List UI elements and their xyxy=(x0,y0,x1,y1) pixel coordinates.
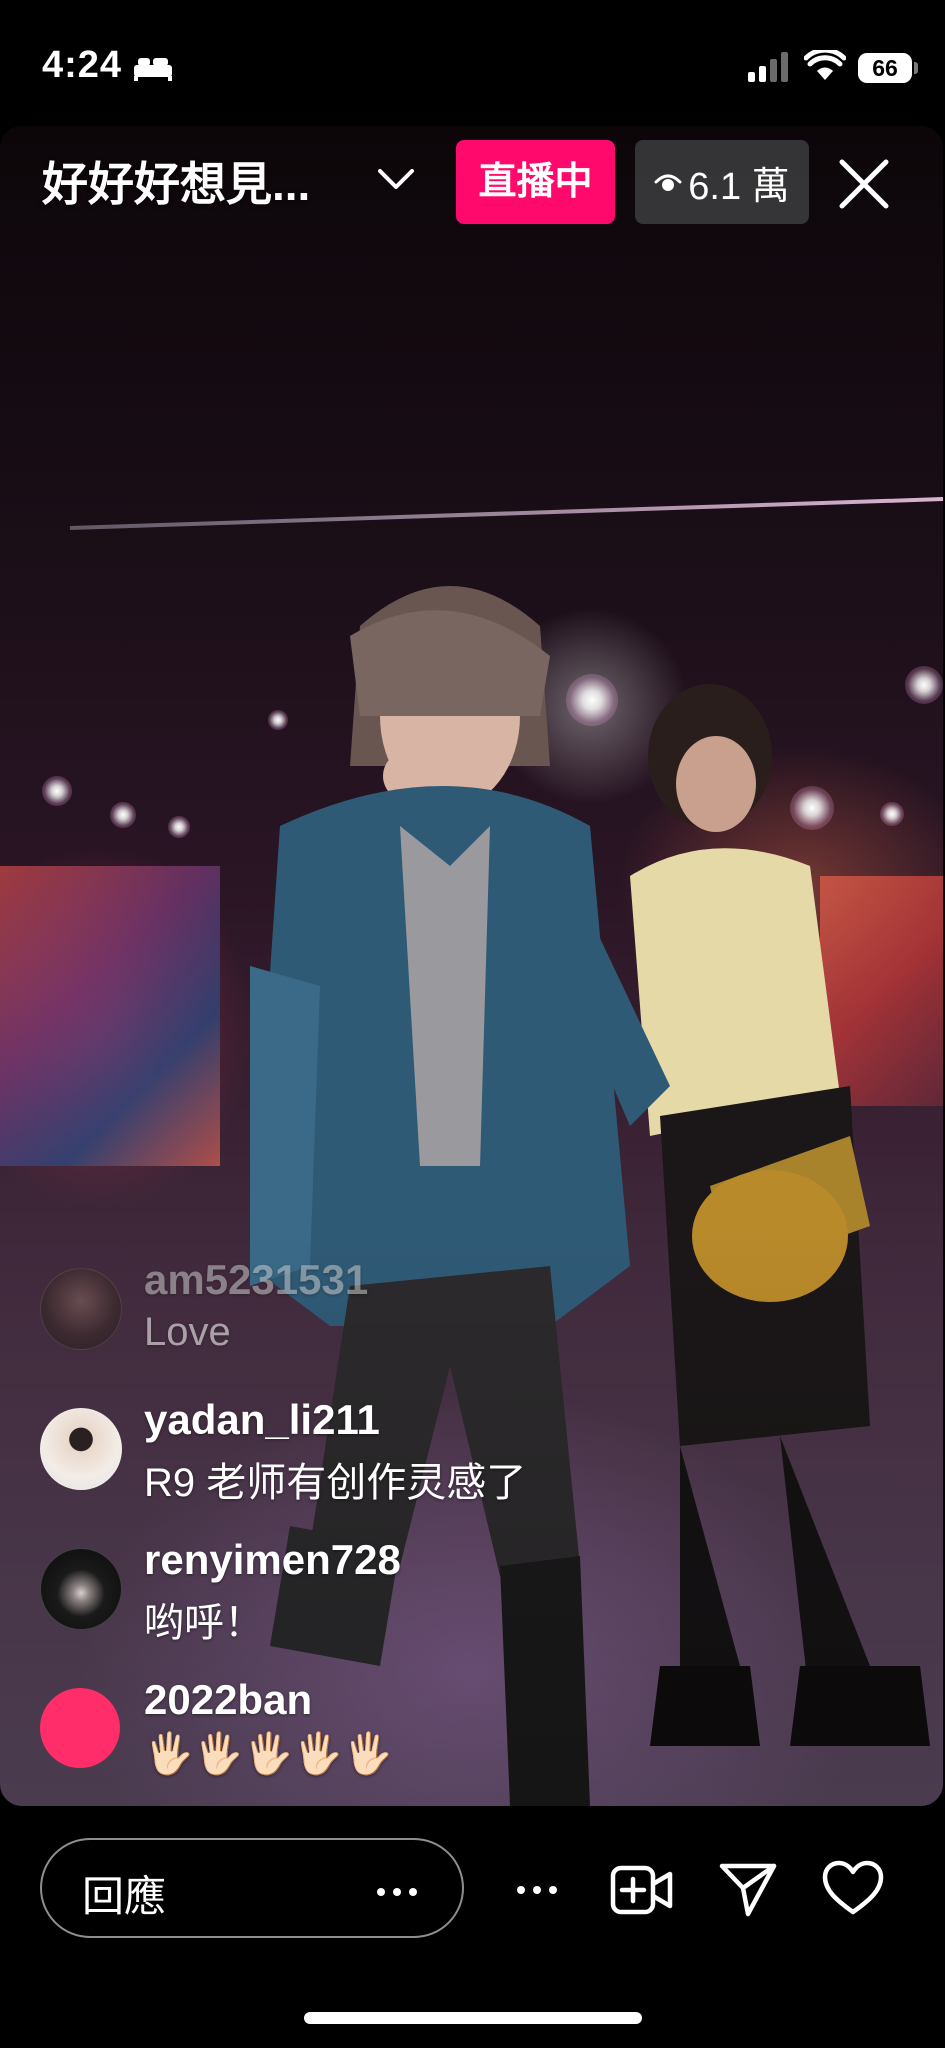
comment-item[interactable]: renyimen728 哟呼！ xyxy=(40,1536,900,1646)
bed-icon xyxy=(132,56,174,87)
live-title[interactable]: 好好好想見... xyxy=(42,148,310,214)
close-icon[interactable] xyxy=(836,156,892,212)
avatar[interactable] xyxy=(40,1408,122,1490)
video-add-icon[interactable] xyxy=(610,1862,674,1923)
comment-item[interactable]: 2022ban 🖐🏻🖐🏻🖐🏻🖐🏻🖐🏻 xyxy=(40,1676,900,1786)
stage-truss xyxy=(69,496,943,530)
stage-screen-left xyxy=(0,866,220,1166)
status-time: 4:24 xyxy=(42,44,123,86)
chevron-down-icon[interactable] xyxy=(376,166,416,197)
battery-tip xyxy=(914,62,918,74)
comment-username[interactable]: renyimen728 xyxy=(144,1536,401,1584)
comment-text: R9 老师有创作灵感了 xyxy=(144,1461,527,1505)
avatar[interactable] xyxy=(40,1548,122,1630)
eye-icon xyxy=(654,161,682,204)
home-indicator[interactable] xyxy=(304,2012,642,2024)
stage-light xyxy=(42,776,72,806)
stage-light xyxy=(168,816,190,838)
comment-username[interactable]: 2022ban xyxy=(144,1676,312,1724)
avatar[interactable] xyxy=(40,1268,122,1350)
comment-username[interactable]: am5231531 xyxy=(144,1256,368,1304)
live-stream-screen: 4:24 66 好好好想見... 直播中 6.1 萬 am5231531 Lov… xyxy=(0,0,945,2048)
comment-item[interactable]: am5231531 Love xyxy=(40,1256,900,1366)
signal-icon xyxy=(748,52,792,87)
comment-text: Love xyxy=(144,1310,231,1354)
avatar[interactable] xyxy=(40,1688,120,1768)
viewer-count[interactable]: 6.1 萬 xyxy=(635,140,809,224)
more-icon[interactable] xyxy=(376,1884,418,1902)
comment-text: 哟呼！ xyxy=(144,1601,264,1645)
wifi-icon xyxy=(803,47,847,87)
more-icon[interactable] xyxy=(516,1882,558,1900)
viewer-count-text: 6.1 萬 xyxy=(688,165,790,208)
stage-light xyxy=(110,802,136,828)
reply-label: 回應 xyxy=(82,1873,167,1920)
status-bar: 4:24 66 xyxy=(0,0,945,126)
comment-text: 🖐🏻🖐🏻🖐🏻🖐🏻🖐🏻 xyxy=(144,1732,394,1776)
comment-username[interactable]: yadan_li211 xyxy=(144,1396,380,1444)
battery-icon: 66 xyxy=(858,53,912,83)
comment-item[interactable]: yadan_li211 R9 老师有创作灵感了 xyxy=(40,1396,900,1506)
reply-input[interactable]: 回應 xyxy=(40,1838,464,1938)
heart-icon[interactable] xyxy=(822,1860,884,1921)
send-icon[interactable] xyxy=(718,1858,778,1923)
live-badge: 直播中 xyxy=(456,140,615,224)
